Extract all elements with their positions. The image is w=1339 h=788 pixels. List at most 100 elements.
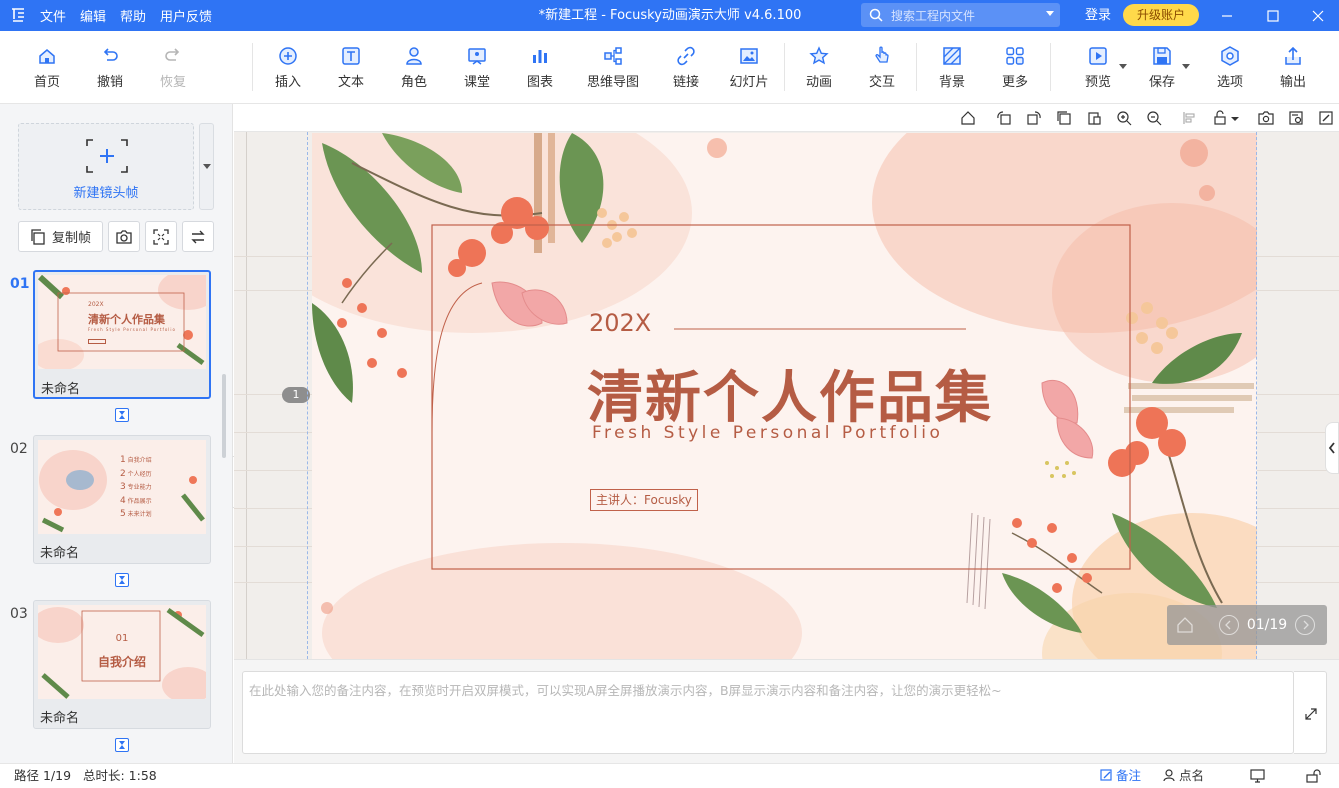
home-icon[interactable]: [1175, 615, 1195, 635]
zoom-out-icon[interactable]: [1146, 110, 1162, 126]
edit-icon[interactable]: [1318, 110, 1334, 126]
preview-dropdown-icon[interactable]: [1119, 64, 1127, 69]
transition-hourglass-icon[interactable]: [115, 573, 129, 587]
new-frame-dropdown[interactable]: [199, 123, 214, 210]
more-button[interactable]: 更多: [987, 45, 1043, 95]
link-icon: [677, 46, 695, 66]
menu-edit[interactable]: 编辑: [80, 6, 106, 25]
upgrade-account-button[interactable]: 升级账户: [1123, 4, 1199, 26]
redo-button[interactable]: 恢复: [145, 45, 201, 95]
camera-icon[interactable]: [1258, 110, 1274, 126]
rotate-right-icon[interactable]: [1026, 110, 1042, 126]
fit-frame-button[interactable]: [145, 221, 177, 252]
editor-canvas[interactable]: 1 202X 清新个人作品集 Fresh Style Personal Port…: [234, 104, 1339, 659]
undo-button[interactable]: 撤销: [82, 45, 138, 95]
main-menu: 文件 编辑 帮助 用户反馈: [40, 0, 212, 31]
insert-button[interactable]: 插入: [260, 45, 316, 95]
project-search-input[interactable]: 搜索工程内文件: [861, 3, 1060, 27]
frame-thumbnail-card[interactable]: 202X 清新个人作品集 Fresh Style Personal Portfo…: [33, 270, 211, 399]
frame-thumbnail-card[interactable]: 1 自我介绍 2 个人经历 3 专业能力 4 作品展示 5 未来计划 未命名: [33, 435, 211, 564]
notes-expand-button[interactable]: [1294, 671, 1327, 754]
frame-navigator: 01/19: [1167, 605, 1327, 645]
export-button[interactable]: 输出: [1265, 45, 1321, 95]
link-label: 链接: [672, 75, 699, 90]
mindmap-label: 思维导图: [586, 75, 639, 90]
slide-title[interactable]: 清新个人作品集: [587, 353, 993, 434]
unlock-icon[interactable]: [1306, 769, 1322, 783]
role-button[interactable]: 角色: [386, 45, 442, 95]
login-link[interactable]: 登录: [1085, 0, 1111, 31]
layer-settings-icon[interactable]: [1288, 110, 1304, 126]
previous-frame-button[interactable]: [1219, 615, 1239, 635]
save-button[interactable]: 保存: [1134, 45, 1190, 95]
frame-name: 未命名: [41, 382, 81, 397]
text-button[interactable]: 文本: [323, 45, 379, 95]
save-dropdown-icon[interactable]: [1182, 64, 1190, 69]
notes-input[interactable]: 在此处输入您的备注内容，在预览时开启双屏模式，可以实现A屏全屏播放演示内容，B屏…: [242, 671, 1294, 754]
new-frame-button[interactable]: 新建镜头帧: [18, 123, 194, 210]
copy-icon[interactable]: [1056, 110, 1072, 126]
align-icon[interactable]: [1182, 110, 1198, 126]
frame-thumbnail-card[interactable]: 01 自我介绍 未命名: [33, 600, 211, 729]
next-frame-button[interactable]: [1295, 615, 1315, 635]
app-logo-icon[interactable]: [10, 7, 26, 23]
sidebar-scrollbar[interactable]: [222, 374, 226, 458]
frame-item[interactable]: 03 01 自我介绍 未命名: [0, 600, 233, 763]
frame-number: 01: [10, 276, 30, 292]
home-button[interactable]: 首页: [19, 45, 75, 95]
frame-sidebar: 新建镜头帧 复制帧 01 202X 清新个人作品集 Fresh Style Pe…: [0, 104, 233, 763]
paste-icon[interactable]: [1086, 110, 1102, 126]
chart-button[interactable]: 图表: [512, 45, 568, 95]
preview-button[interactable]: 预览: [1070, 45, 1126, 95]
frame-item[interactable]: 01 202X 清新个人作品集 Fresh Style Personal Por…: [0, 270, 233, 435]
path-status: 路径 1/19: [14, 768, 72, 783]
slide-year[interactable]: 202X: [589, 309, 651, 337]
notes-toggle[interactable]: 备注: [1100, 764, 1141, 788]
background-button[interactable]: 背景: [924, 45, 980, 95]
notes-panel: 在此处输入您的备注内容，在预览时开启双屏模式，可以实现A屏全屏播放演示内容，B屏…: [234, 659, 1339, 763]
expand-right-panel-button[interactable]: [1325, 422, 1339, 474]
slideshow-button[interactable]: 幻灯片: [721, 45, 777, 95]
frame-thumbnails: 01 202X 清新个人作品集 Fresh Style Personal Por…: [0, 270, 233, 763]
play-icon: [1089, 47, 1107, 65]
frame-item[interactable]: 02 1 自我介绍 2 个人经历 3 专业能力 4 作品展示 5 未来计划 未命…: [0, 435, 233, 600]
frame-number: 03: [10, 606, 28, 622]
maximize-button[interactable]: [1258, 0, 1288, 31]
menu-file[interactable]: 文件: [40, 6, 66, 25]
fit-frame-icon: [153, 228, 169, 245]
options-button[interactable]: 选项: [1202, 45, 1258, 95]
transition-hourglass-icon[interactable]: [115, 408, 129, 422]
copy-frame-button[interactable]: 复制帧: [18, 221, 103, 252]
home-view-icon[interactable]: [960, 110, 976, 126]
rollcall-toggle[interactable]: 点名: [1163, 764, 1204, 788]
transition-hourglass-icon[interactable]: [115, 738, 129, 752]
slide-subtitle[interactable]: Fresh Style Personal Portfolio: [592, 423, 943, 443]
classroom-icon: [468, 48, 486, 65]
classroom-button[interactable]: 课堂: [449, 45, 505, 95]
minimize-button[interactable]: [1212, 0, 1242, 31]
menu-help[interactable]: 帮助: [120, 6, 146, 25]
menu-feedback[interactable]: 用户反馈: [160, 6, 212, 25]
rotate-left-icon[interactable]: [996, 110, 1012, 126]
search-dropdown-icon[interactable]: [1046, 11, 1054, 16]
lock-dropdown-icon[interactable]: [1230, 110, 1240, 126]
zoom-in-icon[interactable]: [1116, 110, 1132, 126]
lock-icon[interactable]: [1212, 110, 1228, 126]
home-icon: [39, 49, 55, 64]
close-button[interactable]: [1303, 0, 1333, 31]
animation-button[interactable]: 动画: [791, 45, 847, 95]
frame-path-marker[interactable]: 1: [282, 387, 310, 403]
screen-icon[interactable]: [1250, 769, 1265, 783]
mindmap-button[interactable]: 思维导图: [585, 45, 641, 95]
more-label: 更多: [1001, 75, 1028, 90]
link-button[interactable]: 链接: [658, 45, 714, 95]
slide-frame[interactable]: 202X 清新个人作品集 Fresh Style Personal Portfo…: [312, 133, 1257, 659]
rollcall-label: 点名: [1179, 768, 1205, 783]
slide-presenter[interactable]: 主讲人：Focusky: [590, 489, 698, 511]
interaction-button[interactable]: 交互: [854, 45, 910, 95]
redo-label: 恢复: [159, 75, 186, 90]
export-label: 输出: [1279, 75, 1306, 90]
snapshot-button[interactable]: [108, 221, 140, 252]
chart-label: 图表: [526, 75, 553, 90]
transition-button[interactable]: [182, 221, 214, 252]
